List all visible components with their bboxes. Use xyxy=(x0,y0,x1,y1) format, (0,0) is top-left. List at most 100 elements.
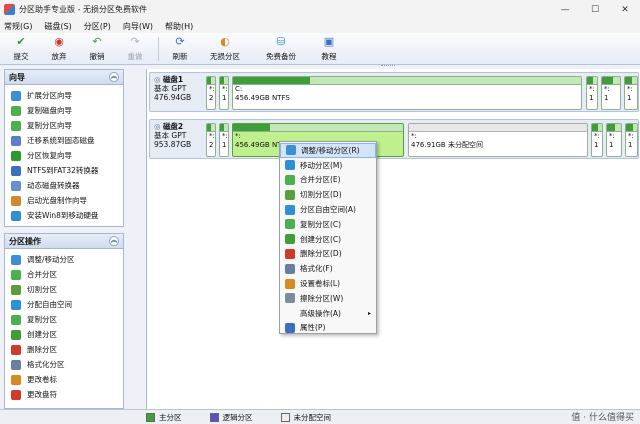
ops-panel-title: 分区操作 xyxy=(9,236,41,246)
ctx-allocate[interactable]: 分区自由空间(A) xyxy=(280,202,376,217)
wipe-partition-icon xyxy=(285,293,295,304)
discard-button[interactable]: ◉ 放弃 xyxy=(40,34,78,64)
ctx-create[interactable]: 创建分区(C) xyxy=(280,232,376,247)
wizard-item[interactable]: 分区恢复向导 xyxy=(5,148,123,163)
op-item[interactable]: 更改卷标 xyxy=(5,372,123,387)
op-item[interactable]: 删除分区 xyxy=(5,342,123,357)
partition-detail: 1 xyxy=(589,94,594,102)
create-partition-icon xyxy=(11,329,21,340)
op-item[interactable]: 分配自由空间 xyxy=(5,297,123,312)
wizard-panel-header[interactable]: 向导 ︽ xyxy=(5,70,123,85)
ctx-label: 删除分区(D) xyxy=(300,249,342,259)
partition[interactable]: *: 1 xyxy=(606,123,622,157)
wizard-item[interactable]: 动态磁盘转换器 xyxy=(5,178,123,193)
collapse-icon[interactable]: ︽ xyxy=(109,72,119,82)
split-partition-icon xyxy=(11,284,21,295)
ctx-move[interactable]: 移动分区(M) xyxy=(280,158,376,173)
collapse-icon[interactable]: ︽ xyxy=(109,236,119,246)
menu-partition[interactable]: 分区(P) xyxy=(84,21,111,32)
op-item-label: 分配自由空间 xyxy=(27,300,72,309)
ctx-advanced[interactable]: 高级操作(A) ▸ xyxy=(280,306,376,321)
allocate-space-icon xyxy=(285,204,295,215)
close-button[interactable]: ✕ xyxy=(610,0,640,19)
undo-button[interactable]: ↶ 撤销 xyxy=(78,34,116,64)
partition-label: *: xyxy=(628,132,634,140)
menu-wizard[interactable]: 向导(W) xyxy=(123,21,153,32)
partition[interactable]: *: 1 xyxy=(625,123,638,157)
watermark: 值 · 什么值得买 xyxy=(571,413,634,423)
unallocated-space[interactable]: *: 476.91GB 未分配空间 xyxy=(408,123,588,157)
ctx-label: 切割分区(D) xyxy=(300,190,342,200)
partition[interactable]: *: 1 xyxy=(586,76,598,110)
legend-unallocated: 未分配空间 xyxy=(280,412,331,423)
op-item[interactable]: 格式化分区 xyxy=(5,357,123,372)
disk-size: 476.94GB xyxy=(154,93,192,102)
partition-icon: ◐ xyxy=(220,35,230,48)
legend-swatch xyxy=(209,412,219,422)
wizard-item[interactable]: 安装Win8到移动硬盘 xyxy=(5,208,123,223)
partition[interactable]: *: 2 xyxy=(206,123,216,157)
op-item[interactable]: 创建分区 xyxy=(5,327,123,342)
partition-label: *: xyxy=(604,85,610,93)
delete-partition-icon xyxy=(11,344,21,355)
ctx-merge[interactable]: 合并分区(E) xyxy=(280,173,376,188)
wizard-item[interactable]: 迁移系统到固态磁盘 xyxy=(5,133,123,148)
free-backup-button[interactable]: ⛁ 免费备份 xyxy=(253,34,309,64)
ctx-resize-move[interactable]: 调整/移动分区(R) xyxy=(280,143,376,158)
ctx-label: 移动分区(M) xyxy=(300,160,343,170)
ctx-label: 分区自由空间(A) xyxy=(300,205,356,215)
partition-label: *: xyxy=(594,132,600,140)
splitter-grip[interactable] xyxy=(381,65,395,68)
op-item[interactable]: 切割分区 xyxy=(5,282,123,297)
op-item-label: 合并分区 xyxy=(27,270,57,279)
wizard-item[interactable]: 启动光盘制作向导 xyxy=(5,193,123,208)
minimize-button[interactable]: — xyxy=(550,0,580,19)
ctx-copy[interactable]: 复制分区(C) xyxy=(280,217,376,232)
maximize-button[interactable]: ☐ xyxy=(580,0,610,19)
partition-c[interactable]: C: 456.49GB NTFS xyxy=(232,76,582,110)
merge-partition-icon xyxy=(285,174,295,185)
refresh-button[interactable]: ⟳ 刷新 xyxy=(163,34,197,64)
menu-general[interactable]: 常规(G) xyxy=(4,21,32,32)
ops-panel-header[interactable]: 分区操作 ︽ xyxy=(5,234,123,249)
partition[interactable]: *: 1 xyxy=(601,76,621,110)
op-item[interactable]: 复制分区 xyxy=(5,312,123,327)
ctx-set-label[interactable]: 设置卷标(L) xyxy=(280,276,376,291)
menu-disk[interactable]: 磁盘(S) xyxy=(44,21,71,32)
tutorial-button[interactable]: ▣ 教程 xyxy=(309,34,349,64)
resize-partition-icon xyxy=(286,145,296,156)
wizard-item[interactable]: 复制分区向导 xyxy=(5,118,123,133)
partition-label: *: xyxy=(209,85,215,93)
disk-icon: ◎ xyxy=(154,75,161,84)
wizard-item[interactable]: NTFS到FAT32转换器 xyxy=(5,163,123,178)
wizard-item[interactable]: 扩展分区向导 xyxy=(5,88,123,103)
ctx-wipe[interactable]: 擦除分区(W) xyxy=(280,291,376,306)
partition[interactable]: *: 1 xyxy=(624,76,638,110)
redo-button[interactable]: ↷ 重做 xyxy=(116,34,154,64)
partition[interactable]: *: 1 xyxy=(219,123,229,157)
ctx-format[interactable]: 格式化(F) xyxy=(280,261,376,276)
lossless-partition-button[interactable]: ◐ 无损分区 xyxy=(197,34,253,64)
disk-size: 953.87GB xyxy=(154,140,192,149)
ctx-properties[interactable]: 属性(P) xyxy=(280,321,376,336)
op-item[interactable]: 调整/移动分区 xyxy=(5,252,123,267)
commit-button[interactable]: ✔ 提交 xyxy=(2,34,40,64)
partition-label: *: xyxy=(627,85,633,93)
op-item-label: 复制分区 xyxy=(27,315,57,324)
op-item[interactable]: 更改盘符 xyxy=(5,387,123,402)
disk-row-2[interactable]: ◎ 磁盘2 基本 GPT 953.87GB *: 2 *: 1 *: 456.49GB… xyxy=(149,119,639,159)
menu-help[interactable]: 帮助(H) xyxy=(165,21,193,32)
undo-label: 撤销 xyxy=(89,52,105,61)
disk-row-1[interactable]: ◎ 磁盘1 基本 GPT 476.94GB *: 2 *: 1 C: 456.49GB… xyxy=(149,72,639,112)
partition[interactable]: *: 2 xyxy=(206,76,216,110)
merge-partition-icon xyxy=(11,269,21,280)
ctx-delete[interactable]: 删除分区(D) xyxy=(280,247,376,262)
ctx-split[interactable]: 切割分区(D) xyxy=(280,187,376,202)
label-icon xyxy=(285,278,295,289)
partition[interactable]: *: 1 xyxy=(591,123,603,157)
op-item-label: 格式化分区 xyxy=(27,360,65,369)
op-item-label: 切割分区 xyxy=(27,285,57,294)
wizard-item[interactable]: 复制磁盘向导 xyxy=(5,103,123,118)
op-item[interactable]: 合并分区 xyxy=(5,267,123,282)
partition[interactable]: *: 1 xyxy=(219,76,229,110)
